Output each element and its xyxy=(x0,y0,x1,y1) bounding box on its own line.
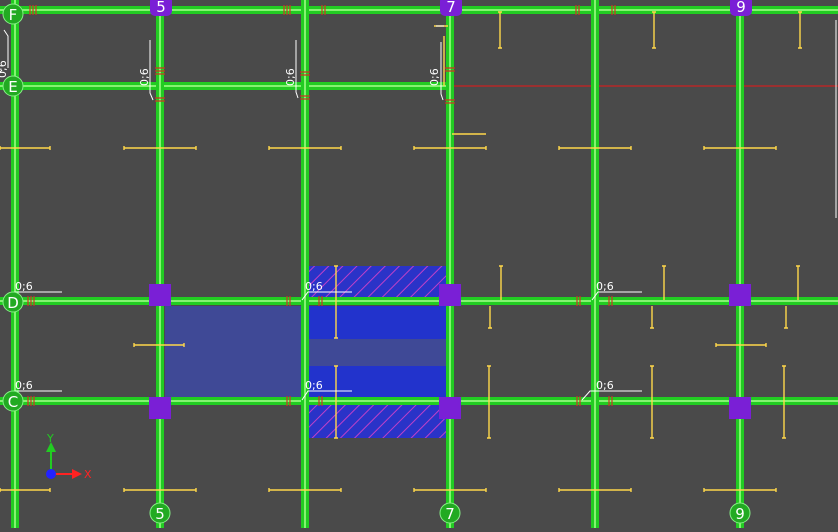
grid-label-9: 9 xyxy=(736,0,746,16)
ucs-x-label: X xyxy=(84,468,92,481)
ucs-origin xyxy=(46,469,56,479)
dim-text: 0;6 xyxy=(138,68,151,86)
grid-label-E: E xyxy=(8,78,17,96)
grid-label-C: C xyxy=(8,393,18,411)
dim-text: 0;6 xyxy=(284,68,297,86)
ucs-y-label: Y xyxy=(46,432,54,445)
grid-label-7: 7 xyxy=(445,505,455,523)
dim-text: 0;6 xyxy=(15,280,33,293)
dim-text: 0;6 xyxy=(596,280,614,293)
beam-layer-vertical xyxy=(11,0,744,528)
grid-label-5: 5 xyxy=(156,0,166,16)
dim-text: 0;6 xyxy=(15,379,33,392)
column[interactable] xyxy=(439,284,461,306)
dim-text: 0;6 xyxy=(305,379,323,392)
grid-label-7: 7 xyxy=(446,0,456,16)
column[interactable] xyxy=(149,284,171,306)
slab-panel-solid[interactable] xyxy=(306,366,450,400)
dim-text: 0;6 xyxy=(428,68,441,86)
grid-bubbles: 5 7 9 5 7 9 F E D C xyxy=(2,0,752,524)
dim-text: 0;6 xyxy=(596,379,614,392)
slab-hatch[interactable] xyxy=(306,404,450,438)
grid-label-D: D xyxy=(7,294,19,312)
dim-text: 0;6 xyxy=(0,60,9,78)
dim-text: 0;6 xyxy=(305,280,323,293)
column[interactable] xyxy=(149,397,171,419)
cad-canvas[interactable]: 0;6 0;6 0;6 0;6 0;6 0;6 0;6 0;6 0;6 0;6 … xyxy=(0,0,838,528)
grid-label-F: F xyxy=(9,6,18,24)
column[interactable] xyxy=(729,284,751,306)
column[interactable] xyxy=(729,397,751,419)
column[interactable] xyxy=(439,397,461,419)
slab-panel-solid[interactable] xyxy=(306,306,450,339)
grid-label-9: 9 xyxy=(735,505,745,523)
drawing-viewport[interactable]: 0;6 0;6 0;6 0;6 0;6 0;6 0;6 0;6 0;6 0;6 … xyxy=(0,0,838,528)
ucs-icon: Y X xyxy=(46,432,92,481)
ucs-x-arrow xyxy=(72,469,82,479)
slab-hatch[interactable] xyxy=(306,266,450,299)
grid-label-5: 5 xyxy=(155,505,165,523)
